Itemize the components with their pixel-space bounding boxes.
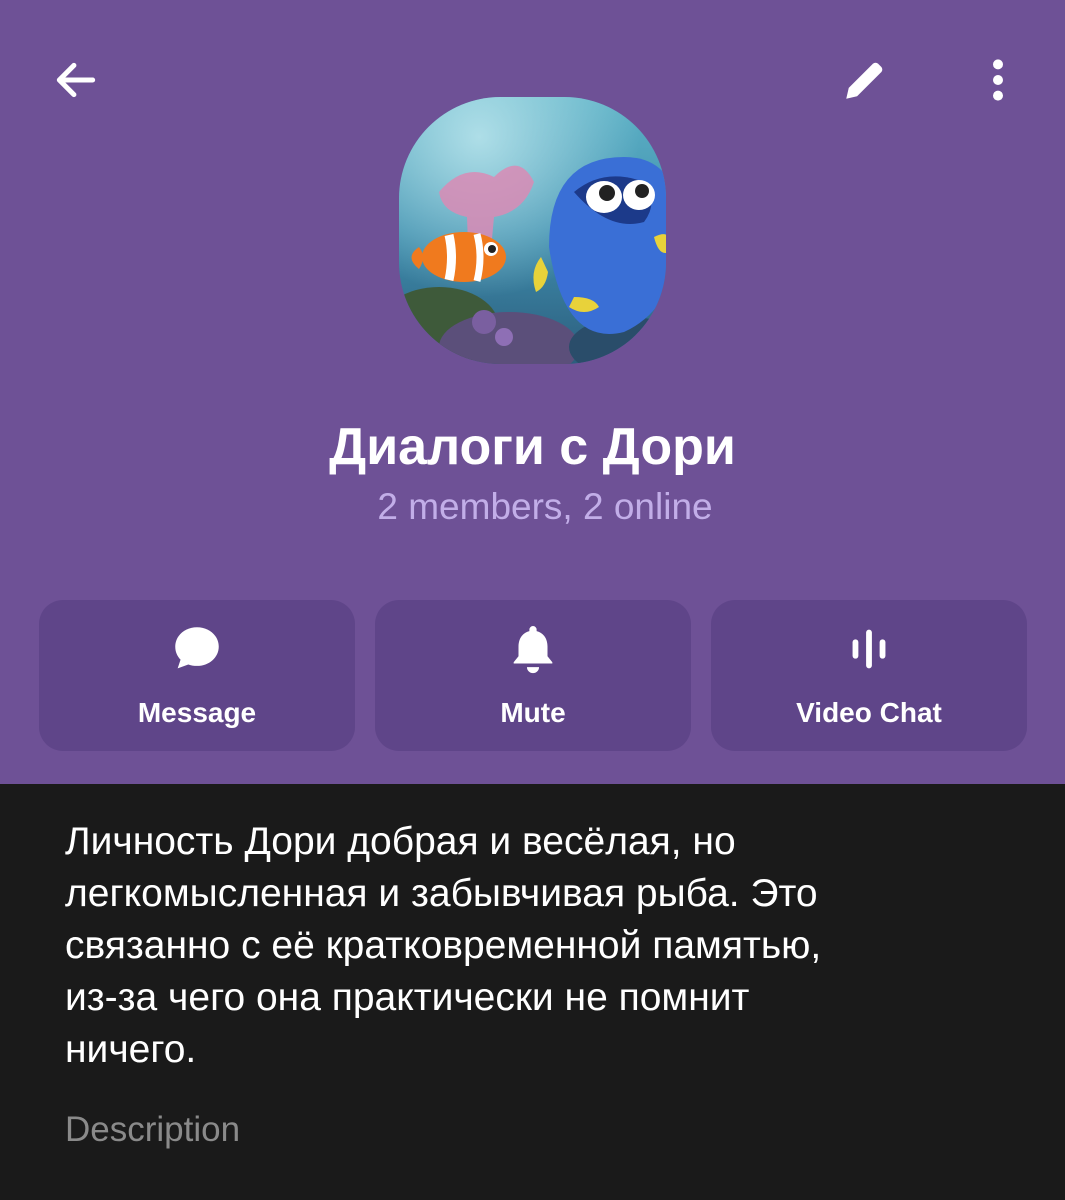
pencil-icon <box>846 62 883 99</box>
group-description[interactable]: Личность Дори добрая и весёлая, но легко… <box>65 816 1015 1076</box>
back-button[interactable] <box>36 40 116 120</box>
voice-wave-icon <box>838 618 900 680</box>
message-label: Message <box>137 697 257 728</box>
info-section: Личность Дори добрая и весёлая, но легко… <box>0 784 1065 1200</box>
message-button[interactable]: Message <box>39 600 355 751</box>
video-chat-button[interactable]: Video Chat <box>711 600 1027 751</box>
group-title: Диалоги с Дори <box>329 418 736 476</box>
bell-icon <box>502 618 564 680</box>
mute-button[interactable]: Mute <box>375 600 691 751</box>
avatar-image <box>399 97 666 364</box>
group-avatar[interactable] <box>399 97 666 364</box>
more-options-button[interactable] <box>958 40 1038 120</box>
description-label: Description <box>65 1110 241 1149</box>
video-chat-label: Video Chat <box>796 697 942 728</box>
edit-button[interactable] <box>825 40 905 120</box>
mute-label: Mute <box>500 697 566 728</box>
action-buttons: Message Mute Video Chat <box>39 600 1027 751</box>
member-status: 2 members, 2 online <box>377 486 713 527</box>
arrow-left-icon <box>56 62 96 98</box>
more-vertical-icon <box>993 59 1003 101</box>
chat-bubble-icon <box>166 618 228 680</box>
profile-header: Диалоги с Дори 2 members, 2 online Messa… <box>0 0 1065 784</box>
